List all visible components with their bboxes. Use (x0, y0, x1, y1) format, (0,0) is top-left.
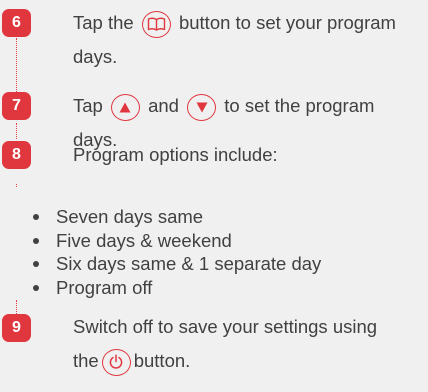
step-8-text: Program options include: (73, 144, 278, 165)
up-arrow-icon (110, 93, 140, 121)
step-7-text-after: to set the program (224, 95, 375, 116)
step-7-text-mid: and (148, 95, 179, 116)
step-7-text-before: Tap (73, 95, 103, 116)
list-item: Program off (26, 276, 321, 300)
book-icon (141, 10, 171, 38)
program-options-list: Seven days same Five days & weekend Six … (26, 205, 321, 299)
step-9-text-after: button. (133, 350, 191, 371)
step-9-text-before: the (73, 350, 99, 371)
step-connector (16, 38, 17, 92)
step-6-text: Tap the button to set your program days. (73, 6, 423, 74)
list-item: Five days & weekend (26, 229, 321, 253)
step-6-text-line2: days. (73, 46, 118, 67)
step-connector (16, 184, 17, 187)
down-arrow-icon (187, 93, 217, 121)
list-item: Seven days same (26, 205, 321, 229)
step-connector (16, 123, 17, 139)
step-number-badge: 9 (2, 314, 31, 342)
step-number-badge: 8 (2, 141, 31, 169)
step-number-badge: 7 (2, 92, 31, 120)
step-connector (16, 300, 17, 314)
step-6-text-before: Tap the (73, 12, 134, 33)
step-6-text-after: button to set your program (178, 12, 396, 33)
list-item: Six days same & 1 separate day (26, 252, 321, 276)
step-9-text: Switch off to save your settings using t… (73, 310, 423, 378)
step-number-badge: 6 (2, 9, 31, 37)
power-icon (101, 348, 131, 376)
step-9-text-line1: Switch off to save your settings using (73, 316, 378, 337)
